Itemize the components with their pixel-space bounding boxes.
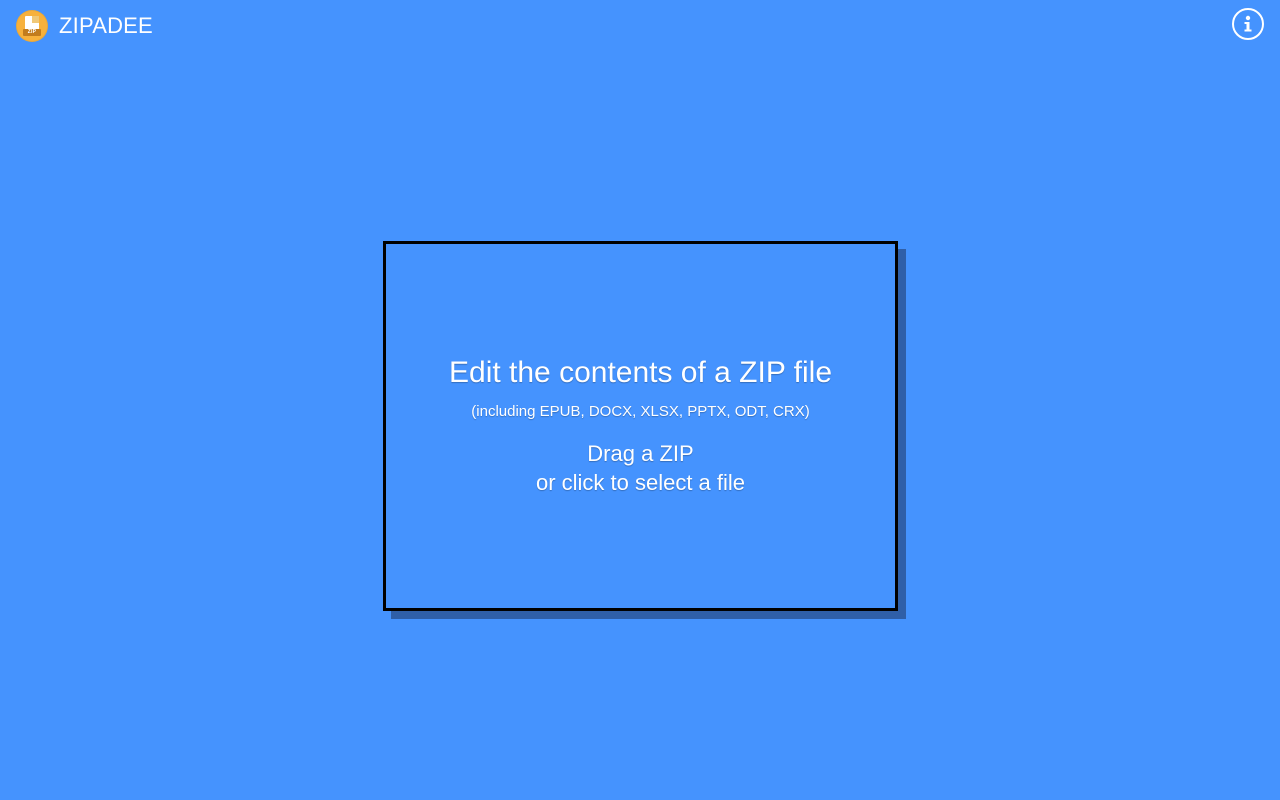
app-header: ZIP ZIPADEE [0, 0, 1280, 54]
info-icon [1244, 15, 1252, 32]
dropzone-subtitle: (including EPUB, DOCX, XLSX, PPTX, ODT, … [471, 403, 810, 420]
logo-tag: ZIP [23, 29, 41, 36]
dropzone-container: Edit the contents of a ZIP file (includi… [383, 241, 906, 619]
dropzone-title: Edit the contents of a ZIP file [449, 356, 832, 389]
brand: ZIP ZIPADEE [16, 10, 153, 42]
dropzone-action-drag: Drag a ZIP [587, 441, 694, 466]
dropzone-action-select: or click to select a file [535, 470, 746, 495]
app-name: ZIPADEE [59, 13, 153, 38]
zip-file-icon: ZIP [16, 10, 48, 42]
info-button[interactable] [1232, 8, 1264, 40]
dropzone-instructions: Drag a ZIP or click to select a file [536, 439, 745, 497]
file-dropzone[interactable]: Edit the contents of a ZIP file (includi… [383, 241, 898, 611]
